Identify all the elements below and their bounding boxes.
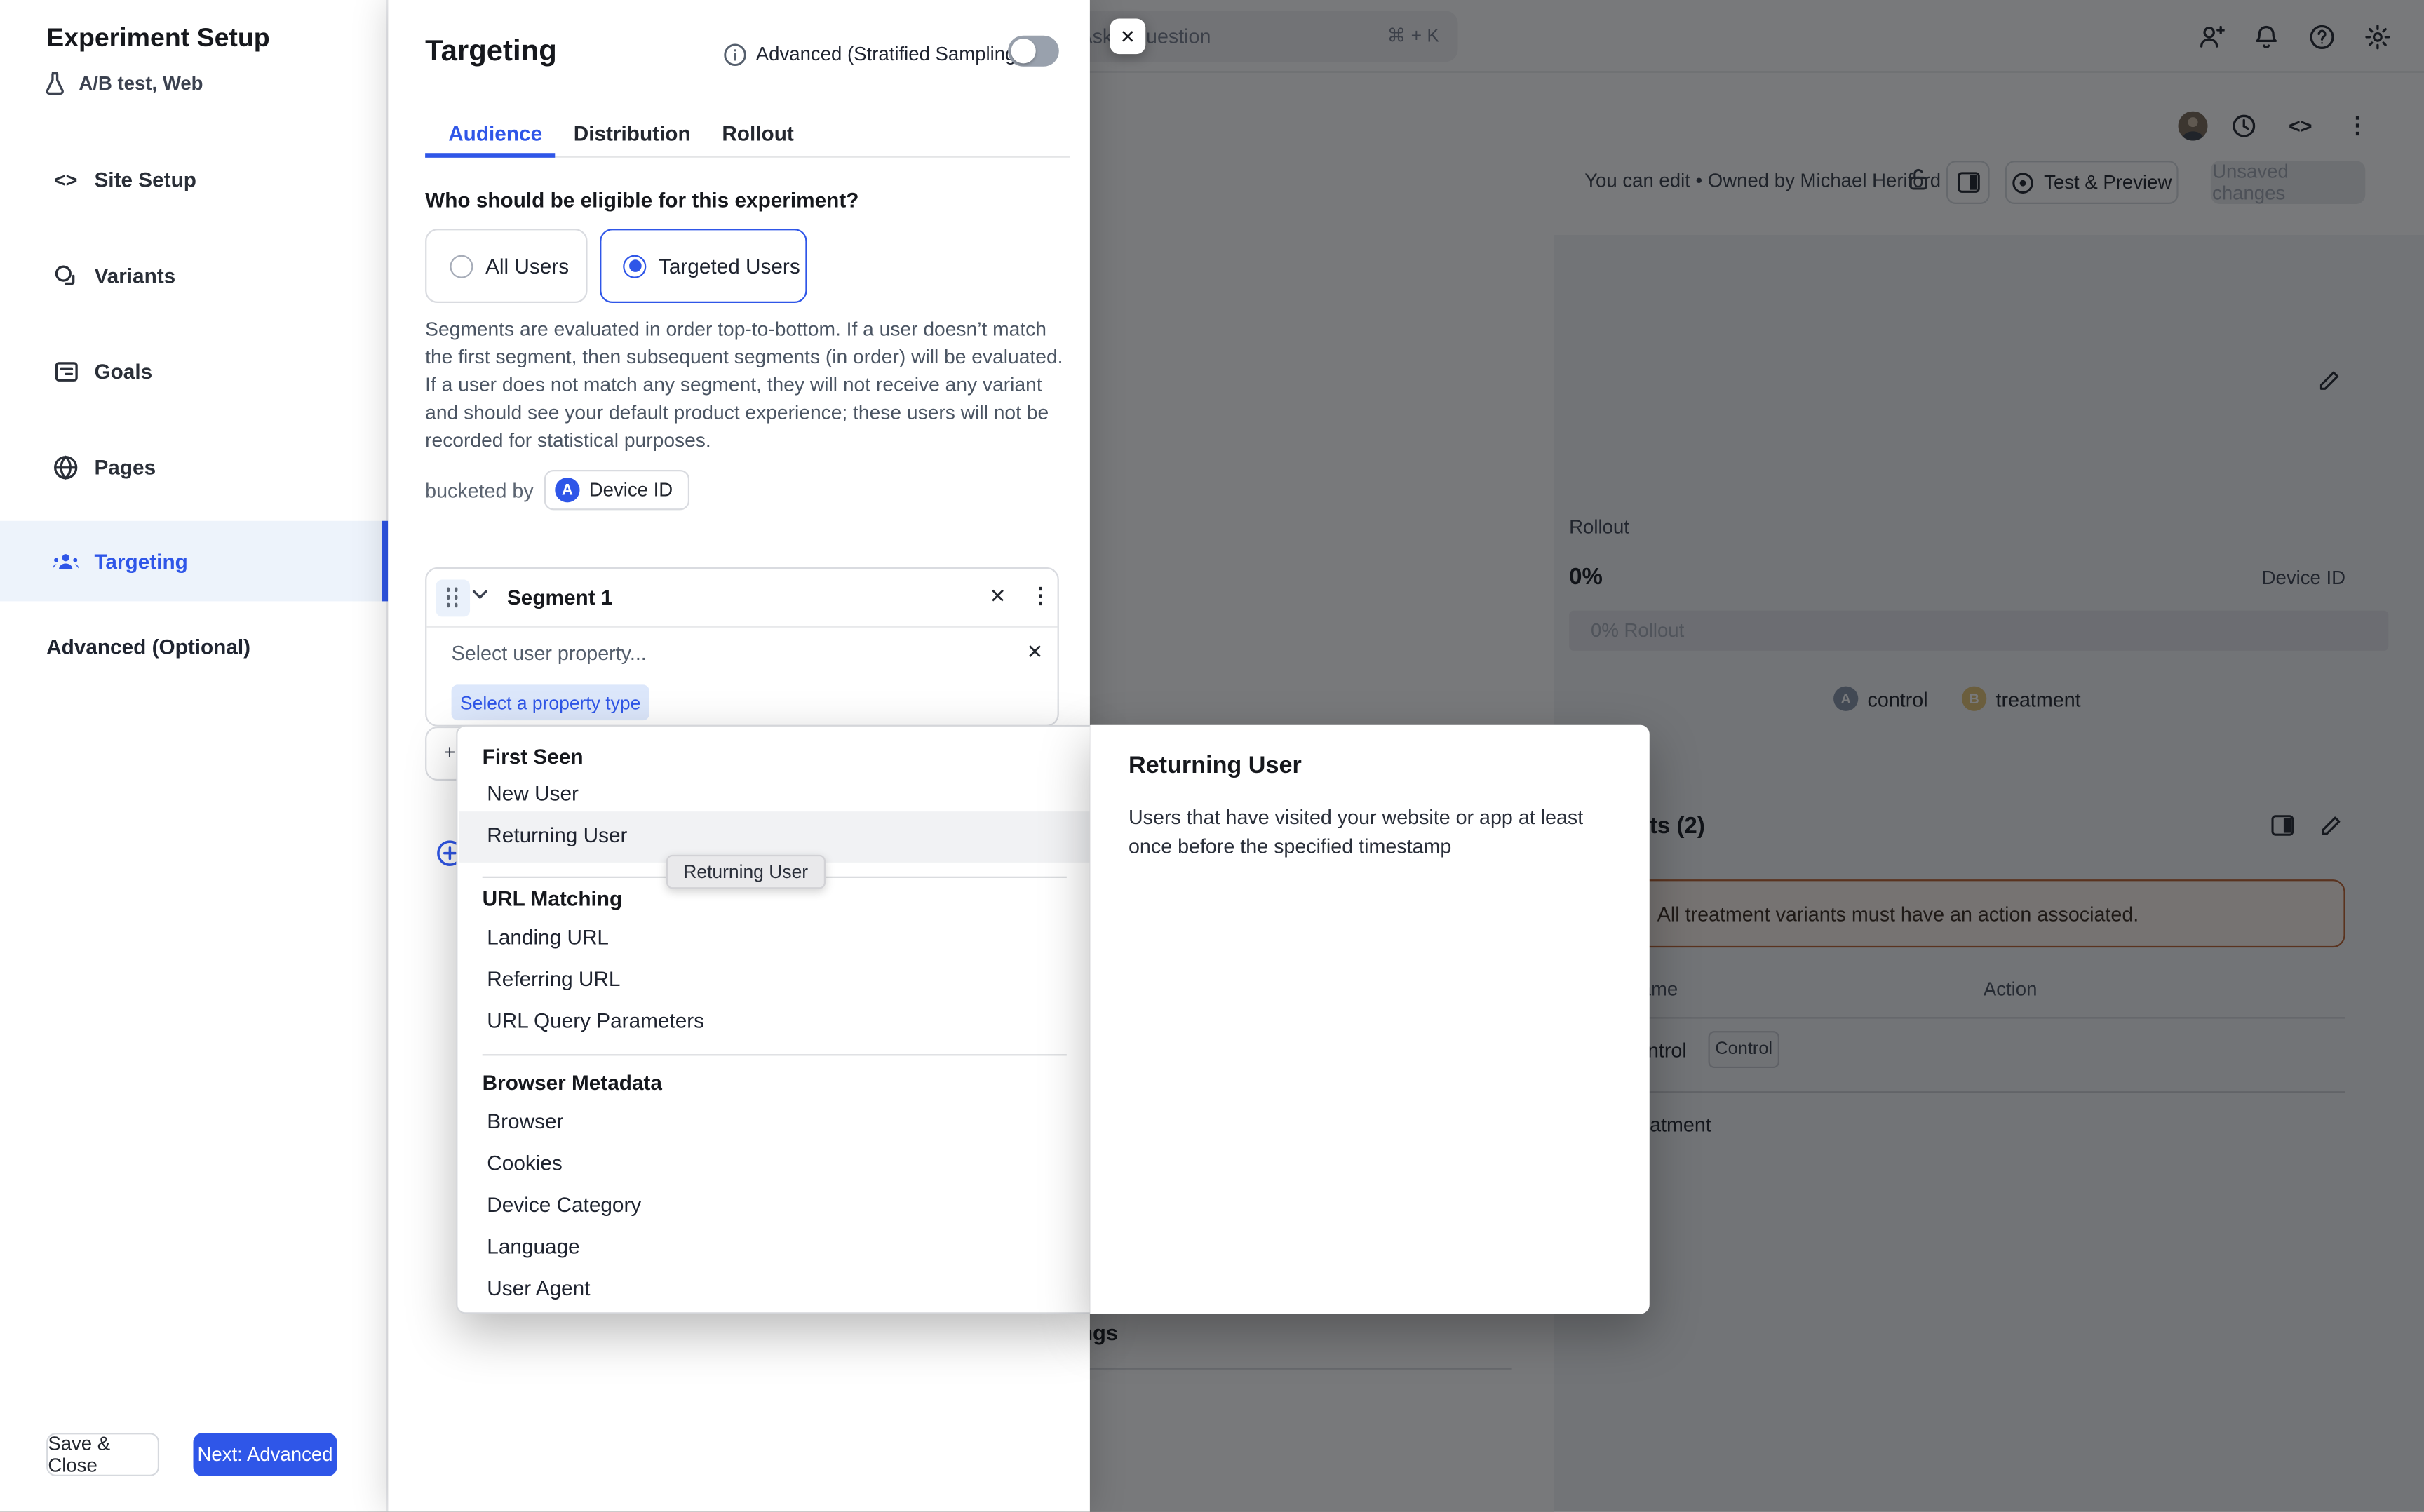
sidebar-item-site-setup[interactable]: <> Site Setup [0, 158, 388, 201]
dropdown-item-returning-user[interactable]: Returning User [487, 824, 627, 847]
segments-description: Segments are evaluated in order top-to-b… [425, 316, 1065, 454]
dropdown-item-new-user[interactable]: New User [487, 782, 579, 805]
globe-icon [53, 454, 79, 480]
dropdown-item-language[interactable]: Language [487, 1235, 579, 1258]
goals-icon [53, 358, 79, 384]
sidebar-item-label: Site Setup [94, 168, 196, 191]
sidebar-item-targeting[interactable]: Targeting [0, 521, 388, 602]
amplitude-logo-icon: A [555, 478, 579, 502]
panel-title: Targeting [425, 36, 557, 69]
tab-distribution[interactable]: Distribution [574, 122, 691, 145]
dropdown-item-cookies[interactable]: Cookies [487, 1152, 563, 1175]
tab-rollout[interactable]: Rollout [722, 122, 793, 145]
property-detail-panel: Returning User Users that have visited y… [1090, 725, 1650, 1314]
dropdown-section-url-matching: URL Matching [483, 887, 622, 910]
plus-icon: + [444, 741, 456, 764]
bucketed-by-chip[interactable]: A Device ID [544, 470, 690, 510]
experiment-type-label: A/B test, Web [79, 73, 203, 95]
drag-tooltip-label: Returning User [683, 861, 808, 883]
toggle-knob [1011, 39, 1035, 63]
sidebar-item-label: Variants [94, 264, 175, 287]
segment-kebab-icon[interactable]: ⋮ [1030, 583, 1051, 609]
drag-dots-icon [446, 588, 460, 609]
code-icon: <> [53, 166, 79, 192]
tab-audience[interactable]: Audience [448, 122, 542, 145]
property-detail-title: Returning User [1129, 752, 1302, 781]
segment-title: Segment 1 [507, 586, 612, 609]
eligibility-question: Who should be eligible for this experime… [425, 189, 858, 212]
info-icon [724, 43, 747, 67]
sidebar-item-goals[interactable]: Goals [0, 349, 388, 393]
dropdown-section-first-seen: First Seen [483, 745, 584, 768]
all-users-option[interactable]: All Users [425, 229, 587, 303]
property-select-placeholder[interactable]: Select user property... [452, 642, 647, 665]
audience-people-icon [53, 548, 79, 574]
experiment-setup-screen: Ask a question ⌘ + K <> ⋮ You [0, 0, 2424, 1512]
property-clear-icon[interactable]: ✕ [1027, 640, 1044, 664]
experiment-type: A/B test, Web [43, 71, 203, 95]
save-close-label: Save & Close [48, 1433, 157, 1476]
segment-card: Segment 1 ✕ ⋮ Select user property... ✕ … [425, 567, 1059, 727]
dropdown-item-browser[interactable]: Browser [487, 1110, 563, 1133]
modal-close-button[interactable]: ✕ [1110, 18, 1146, 54]
next-advanced-label: Next: Advanced [198, 1444, 333, 1466]
chevron-down-icon[interactable] [471, 589, 488, 600]
sidebar-item-label: Goals [94, 359, 152, 382]
segment-close-icon[interactable]: ✕ [990, 584, 1006, 609]
segment-header-divider [426, 626, 1057, 628]
sidebar-item-advanced[interactable]: Advanced (Optional) [46, 635, 250, 659]
sidebar-item-label: Targeting [94, 550, 187, 573]
all-users-label: All Users [485, 255, 569, 278]
dropdown-item-url-query-parameters[interactable]: URL Query Parameters [487, 1009, 704, 1032]
drag-handle[interactable] [436, 580, 470, 617]
dropdown-item-landing-url[interactable]: Landing URL [487, 926, 609, 949]
variants-icon [53, 262, 79, 288]
drag-tooltip: Returning User [666, 855, 825, 889]
radio-unselected-icon [450, 255, 473, 278]
bucketed-by-label: bucketed by [425, 479, 534, 502]
sidebar-item-variants[interactable]: Variants [0, 253, 388, 297]
sidebar-item-pages[interactable]: Pages [0, 445, 388, 489]
dropdown-section-browser-metadata: Browser Metadata [483, 1071, 662, 1094]
flask-icon [43, 71, 67, 95]
property-detail-description: Users that have visited your website or … [1129, 802, 1592, 861]
targeted-users-label: Targeted Users [659, 255, 800, 278]
modal-title: Experiment Setup [46, 23, 270, 54]
property-type-chip-label: Select a property type [460, 691, 640, 713]
dropdown-item-user-agent[interactable]: User Agent [487, 1277, 590, 1300]
dropdown-item-referring-url[interactable]: Referring URL [487, 968, 620, 991]
next-advanced-button[interactable]: Next: Advanced [194, 1433, 337, 1476]
property-type-dropdown: First Seen New User Returning User URL M… [456, 725, 1090, 1314]
sidebar-item-label: Pages [94, 455, 156, 478]
close-x-icon: ✕ [1120, 25, 1136, 47]
advanced-toggle[interactable] [1008, 36, 1059, 67]
active-tab-underline [425, 153, 555, 158]
advanced-toggle-label: Advanced (Stratified Sampling) [756, 43, 1023, 65]
save-close-button[interactable]: Save & Close [46, 1433, 159, 1476]
dropdown-divider [483, 1054, 1067, 1055]
experiment-setup-sidebar: Experiment Setup A/B test, Web <> Site S… [0, 0, 388, 1512]
targeted-users-option[interactable]: Targeted Users [600, 229, 807, 303]
radio-selected-icon [623, 255, 646, 278]
dropdown-item-device-category[interactable]: Device Category [487, 1194, 641, 1217]
bucketed-by-value: Device ID [589, 479, 673, 501]
property-type-chip[interactable]: Select a property type [452, 684, 649, 720]
